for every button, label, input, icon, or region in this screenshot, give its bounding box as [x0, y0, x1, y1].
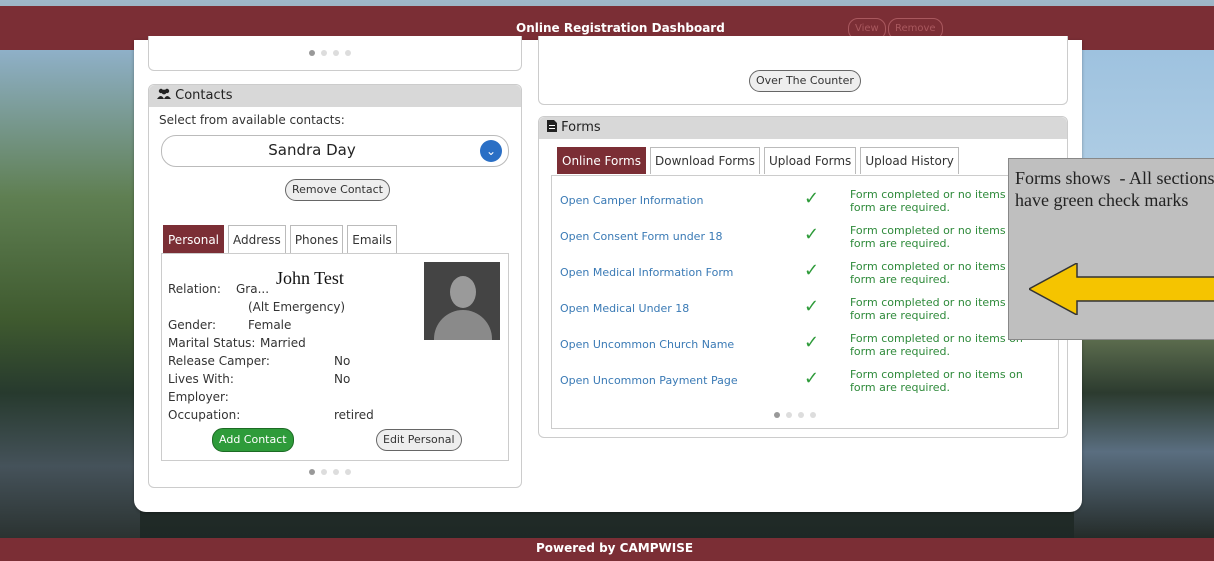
list-item: Open Uncommon Payment Page ✓ Form comple… — [560, 368, 1050, 400]
relation-value: Gra... — [236, 282, 270, 296]
arrow-left-icon — [1027, 261, 1214, 320]
dot[interactable] — [345, 469, 351, 475]
select-contact-label: Select from available contacts: — [159, 113, 345, 127]
over-the-counter-button[interactable]: Over The Counter — [749, 70, 861, 92]
carousel-dots[interactable] — [309, 469, 351, 475]
chevron-down-icon[interactable]: ⌄ — [480, 140, 502, 162]
forms-panel: Forms Online Forms Download Forms Upload… — [538, 116, 1068, 438]
annotation-box: Forms shows - All sections have green ch… — [1008, 158, 1214, 340]
occupation-value: retired — [334, 408, 374, 422]
employer-label: Employer: — [168, 390, 229, 404]
list-item: Open Medical Information Form ✓ Form com… — [560, 260, 1050, 292]
tab-address[interactable]: Address — [228, 225, 286, 254]
tab-online-forms[interactable]: Online Forms — [557, 147, 647, 174]
add-contact-button[interactable]: Add Contact — [212, 428, 294, 452]
footer: Powered by CAMPWISE — [0, 538, 1214, 561]
carousel-dots[interactable] — [774, 412, 816, 418]
dot[interactable] — [321, 469, 327, 475]
gender-label: Gender: — [168, 318, 217, 332]
overlay-name: John Test — [276, 268, 344, 288]
checkmark-icon: ✓ — [804, 188, 820, 209]
contacts-title: Contacts — [175, 88, 233, 103]
footer-text: Powered by CAMPWISE — [536, 541, 694, 555]
relation-note: (Alt Emergency) — [248, 300, 346, 314]
tab-download-forms[interactable]: Download Forms — [650, 147, 760, 174]
list-item: Open Medical Under 18 ✓ Form completed o… — [560, 296, 1050, 328]
list-item: Open Consent Form under 18 ✓ Form comple… — [560, 224, 1050, 256]
file-icon — [547, 120, 561, 135]
lives-label: Lives With: — [168, 372, 234, 386]
background-scene-left — [0, 50, 140, 540]
form-status: Form completed or no items on form are r… — [850, 368, 1023, 394]
forms-tabs: Online Forms Download Forms Upload Forms… — [557, 147, 959, 174]
checkmark-icon: ✓ — [804, 332, 820, 353]
checkmark-icon: ✓ — [804, 296, 820, 317]
contacts-panel: Contacts Select from available contacts:… — [148, 84, 522, 488]
forms-header: Forms — [539, 117, 1067, 139]
dot[interactable] — [333, 50, 339, 56]
dot[interactable] — [309, 50, 315, 56]
counter-card: Over The Counter — [538, 36, 1068, 105]
contacts-header: Contacts — [149, 85, 521, 107]
dot[interactable] — [345, 50, 351, 56]
marital-value: Married — [260, 336, 306, 350]
checkmark-icon: ✓ — [804, 260, 820, 281]
occupation-label: Occupation: — [168, 408, 241, 422]
list-item: Open Uncommon Church Name ✓ Form complet… — [560, 332, 1050, 364]
tab-personal[interactable]: Personal — [163, 225, 225, 254]
release-label: Release Camper: — [168, 354, 270, 368]
personal-details: Relation: Gra... John Test (Alt Emergenc… — [161, 253, 509, 461]
selected-contact: Sandra Day — [268, 141, 356, 159]
contact-select[interactable]: Sandra Day ⌄ — [161, 135, 509, 167]
dot[interactable] — [321, 50, 327, 56]
tab-emails[interactable]: Emails — [347, 225, 397, 254]
form-link[interactable]: Open Uncommon Payment Page — [560, 374, 738, 387]
dot[interactable] — [798, 412, 804, 418]
carousel-dots[interactable] — [309, 50, 351, 56]
tab-phones[interactable]: Phones — [289, 225, 344, 254]
edit-personal-button[interactable]: Edit Personal — [376, 429, 462, 451]
avatar — [424, 262, 500, 340]
dot[interactable] — [774, 412, 780, 418]
lives-value: No — [334, 372, 351, 386]
forms-list: Open Camper Information ✓ Form completed… — [551, 175, 1059, 429]
form-link[interactable]: Open Uncommon Church Name — [560, 338, 734, 351]
list-item: Open Camper Information ✓ Form completed… — [560, 188, 1050, 220]
tab-upload-history[interactable]: Upload History — [860, 147, 959, 174]
form-link[interactable]: Open Consent Form under 18 — [560, 230, 722, 243]
carousel-card-top — [148, 36, 522, 71]
form-link[interactable]: Open Medical Under 18 — [560, 302, 689, 315]
remove-contact-button[interactable]: Remove Contact — [285, 179, 390, 201]
marital-label: Marital Status: — [168, 336, 256, 350]
release-value: No — [334, 354, 351, 368]
dot[interactable] — [333, 469, 339, 475]
contact-tabs: Personal Address Phones Emails — [163, 225, 397, 254]
dot[interactable] — [309, 469, 315, 475]
annotation-text: Forms shows - All sections have green ch… — [1015, 168, 1214, 210]
form-link[interactable]: Open Camper Information — [560, 194, 703, 207]
checkmark-icon: ✓ — [804, 224, 820, 245]
form-link[interactable]: Open Medical Information Form — [560, 266, 733, 279]
relation-label: Relation: — [168, 282, 221, 296]
forms-title: Forms — [561, 120, 601, 135]
dot[interactable] — [810, 412, 816, 418]
users-icon — [157, 88, 175, 103]
page-title: Online Registration Dashboard — [516, 21, 725, 35]
main-card: Contacts Select from available contacts:… — [134, 36, 1082, 512]
dot[interactable] — [786, 412, 792, 418]
checkmark-icon: ✓ — [804, 368, 820, 389]
gender-value: Female — [248, 318, 292, 332]
tab-upload-forms[interactable]: Upload Forms — [763, 147, 857, 174]
